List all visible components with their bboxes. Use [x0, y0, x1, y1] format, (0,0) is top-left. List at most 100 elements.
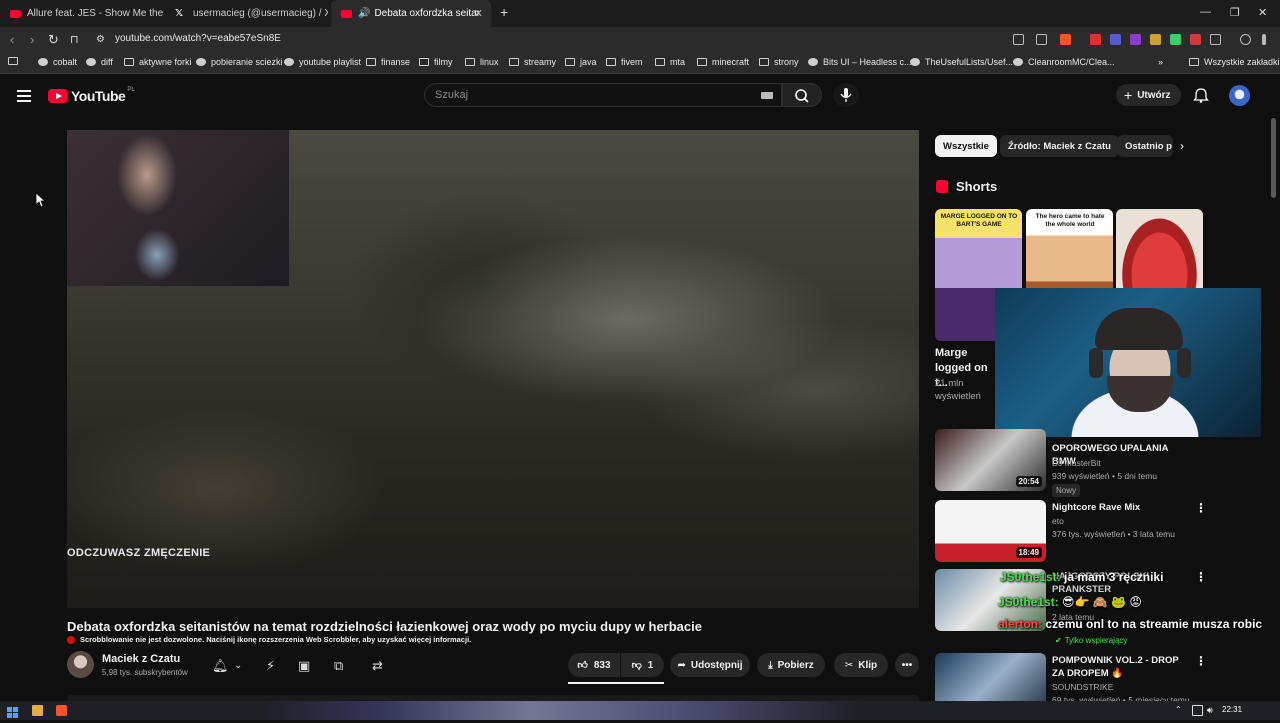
- extension-icon[interactable]: [1110, 34, 1121, 45]
- bookmark-folder[interactable]: java: [565, 57, 597, 67]
- bookmark-item[interactable]: cobalt: [38, 57, 77, 67]
- video-channel[interactable]: SOUNDSTRIKE: [1052, 682, 1113, 692]
- video-title[interactable]: Nightcore Rave Mix: [1052, 501, 1192, 514]
- more-options-icon[interactable]: ⋮: [1195, 501, 1207, 515]
- reload-icon[interactable]: ↻: [48, 32, 59, 48]
- notifications-button[interactable]: [1193, 87, 1209, 108]
- back-icon[interactable]: ‹: [10, 32, 14, 47]
- dislike-button[interactable]: 👎︎ 1: [621, 653, 664, 677]
- extension-icon[interactable]: [1150, 34, 1161, 45]
- bookmark-folder[interactable]: filmy: [419, 57, 453, 67]
- bookmark-folder[interactable]: strony: [759, 57, 799, 67]
- channel-name[interactable]: Maciek z Czatu: [102, 653, 180, 665]
- url-field[interactable]: youtube.com/watch?v=eabe57eSn8E: [115, 33, 281, 44]
- extension-icon[interactable]: [1190, 34, 1201, 45]
- bookmark-item[interactable]: youtube playlist: [284, 57, 361, 67]
- miniplayer-icon[interactable]: ⧉: [334, 658, 343, 674]
- chip-recent[interactable]: Ostatnio p: [1117, 135, 1173, 157]
- speaker-icon: 🔊: [358, 8, 371, 19]
- cast-icon[interactable]: [1013, 34, 1024, 45]
- image-icon[interactable]: ▣: [298, 658, 310, 674]
- chip-all[interactable]: Wszystkie: [935, 135, 997, 157]
- like-button[interactable]: 👍︎ 833: [568, 653, 620, 677]
- more-bookmarks-icon[interactable]: »: [1158, 57, 1163, 67]
- video-channel[interactable]: eto: [1052, 516, 1064, 526]
- youtube-logo[interactable]: YouTube PL: [48, 87, 135, 104]
- check-icon: ✔: [1055, 636, 1062, 645]
- keyboard-icon[interactable]: [761, 92, 773, 99]
- loop-icon[interactable]: ⇄: [372, 658, 383, 674]
- chevron-down-icon[interactable]: ⌄: [234, 660, 242, 671]
- video-channel[interactable]: DJ MasterBit: [1052, 458, 1101, 468]
- bookmark-folder[interactable]: fivem: [606, 57, 643, 67]
- apps-icon[interactable]: [8, 57, 23, 65]
- network-icon[interactable]: [1192, 705, 1203, 716]
- puzzle-icon[interactable]: [1210, 34, 1221, 45]
- more-options-icon[interactable]: ⋮: [1195, 570, 1207, 584]
- browser-tab[interactable]: Allure feat. JES - Show Me the Way (I: [0, 0, 163, 27]
- video-thumbnail[interactable]: 18:49: [935, 500, 1046, 562]
- bookmark-icon[interactable]: ⊓: [70, 33, 79, 46]
- clip-button[interactable]: ✂ Klip: [834, 653, 888, 677]
- extension-icon[interactable]: [1170, 34, 1181, 45]
- youtube-play-icon: [48, 89, 68, 103]
- video-player[interactable]: ODCZUWASZ ZMĘCZENIE: [67, 130, 919, 608]
- site-settings-icon[interactable]: ⚙: [96, 34, 105, 45]
- page-scrollbar[interactable]: [1271, 118, 1276, 198]
- chevron-right-icon[interactable]: ›: [1180, 139, 1184, 153]
- browser-tab[interactable]: 𝕏 usermacieg (@usermacieg) / X: [165, 0, 328, 27]
- scrobbler-notice: Scrobblowanie nie jest dozwolone. Naciśn…: [67, 635, 471, 644]
- minimize-icon[interactable]: —: [1200, 6, 1211, 18]
- extension-icon[interactable]: [1090, 34, 1101, 45]
- video-meta: 939 wyświetleń • 5 dni temu: [1052, 471, 1158, 481]
- bookmark-item[interactable]: TheUsefulLists/Usef...: [910, 57, 1013, 67]
- all-bookmarks[interactable]: Wszystkie zakładki: [1189, 57, 1280, 67]
- new-tab-icon[interactable]: +: [500, 4, 508, 20]
- download-button[interactable]: ⤓ Pobierz: [757, 653, 825, 677]
- browser-tab-active[interactable]: 🔊 Debata oxfordzka seitanistów ✕: [331, 0, 491, 27]
- forward-icon[interactable]: ›: [30, 32, 34, 47]
- share-icon[interactable]: [1036, 34, 1047, 45]
- share-button[interactable]: ➦ Udostępnij: [670, 653, 750, 677]
- more-actions-button[interactable]: •••: [895, 653, 919, 677]
- bookmark-folder[interactable]: minecraft: [697, 57, 749, 67]
- media-icon[interactable]: [1240, 34, 1251, 45]
- brave-browser-icon[interactable]: [56, 705, 67, 716]
- lightning-icon[interactable]: ⚡︎: [266, 658, 275, 674]
- restore-icon[interactable]: ❐: [1230, 6, 1240, 19]
- video-title[interactable]: POMPOWNIK VOL.2 - DROP ZA DROPEM 🔥: [1052, 654, 1192, 680]
- menu-icon[interactable]: [1262, 34, 1266, 45]
- windows-start-icon[interactable]: [7, 705, 18, 718]
- bookmark-folder[interactable]: mta: [655, 57, 685, 67]
- voice-search-button[interactable]: [833, 83, 859, 107]
- taskbar-clock[interactable]: 22:31: [1222, 705, 1242, 714]
- subscribe-bell-icon[interactable]: 🔔︎: [212, 658, 229, 674]
- create-button[interactable]: + Utwórz: [1116, 84, 1181, 106]
- search-input[interactable]: Szukaj: [424, 83, 782, 107]
- chip-source-channel[interactable]: Źródło: Maciek z Czatu: [1000, 135, 1119, 157]
- bookmark-item[interactable]: aktywne forki: [124, 57, 192, 67]
- hamburger-menu-icon[interactable]: [17, 90, 31, 105]
- bookmark-item[interactable]: Bits UI – Headless c...: [808, 57, 912, 67]
- bookmark-item[interactable]: diff: [86, 57, 113, 67]
- channel-avatar[interactable]: [67, 651, 94, 678]
- bookmark-item[interactable]: pobieranie sciezki: [196, 57, 283, 67]
- volume-icon[interactable]: 🔊︎: [1207, 705, 1218, 716]
- file-explorer-icon[interactable]: [32, 705, 43, 716]
- account-avatar[interactable]: [1229, 85, 1250, 106]
- headphones-left: [1089, 348, 1103, 378]
- close-window-icon[interactable]: ✕: [1258, 6, 1267, 19]
- video-thumbnail[interactable]: 20:54: [935, 429, 1046, 491]
- search-button[interactable]: [782, 83, 822, 107]
- bell-icon: [1193, 88, 1209, 103]
- bookmark-folder[interactable]: streamy: [509, 57, 556, 67]
- brave-shield-icon[interactable]: [1060, 34, 1071, 45]
- bookmark-folder[interactable]: linux: [465, 57, 499, 67]
- bookmark-item[interactable]: CleanroomMC/Clea...: [1013, 57, 1115, 67]
- extension-icon[interactable]: [1130, 34, 1141, 45]
- more-options-icon[interactable]: ⋮: [1195, 654, 1207, 668]
- bookmark-folder[interactable]: finanse: [366, 57, 410, 67]
- tray-chevron-icon[interactable]: ⌃: [1175, 705, 1186, 716]
- shorts-icon: [936, 180, 948, 193]
- close-tab-icon[interactable]: ✕: [474, 7, 483, 20]
